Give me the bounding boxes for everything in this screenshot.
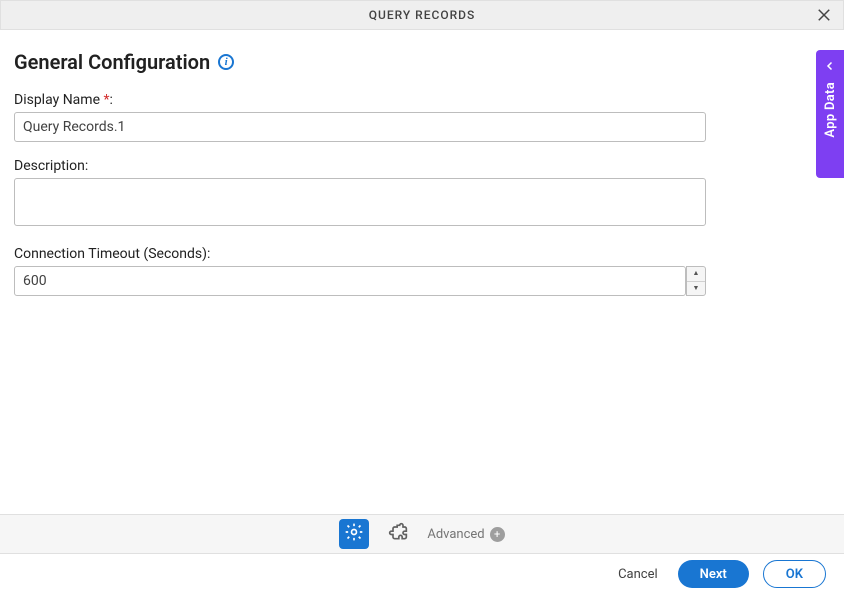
cancel-button[interactable]: Cancel xyxy=(612,560,664,588)
advanced-label: Advanced xyxy=(427,527,484,542)
ok-button[interactable]: OK xyxy=(763,560,826,588)
stepper-down-button[interactable]: ▼ xyxy=(687,282,705,296)
footer-actions: Cancel Next OK xyxy=(0,554,844,594)
tab-bar: Advanced + xyxy=(0,514,844,554)
timeout-field: Connection Timeout (Seconds): ▲ ▼ xyxy=(14,246,830,296)
tab-general[interactable] xyxy=(339,519,369,549)
content-area: General Configuration i Display Name *: … xyxy=(0,30,844,514)
next-button[interactable]: Next xyxy=(678,560,749,588)
description-input[interactable] xyxy=(14,178,706,226)
chevron-left-icon xyxy=(824,60,836,76)
display-name-label: Display Name *: xyxy=(14,92,830,108)
display-name-input[interactable] xyxy=(14,112,706,142)
description-field: Description: xyxy=(14,158,830,230)
stepper-up-button[interactable]: ▲ xyxy=(687,267,705,282)
app-data-panel-toggle[interactable]: App Data xyxy=(816,50,844,178)
description-label: Description: xyxy=(14,158,830,174)
label-colon: : xyxy=(110,92,113,108)
title-bar: QUERY RECORDS xyxy=(0,0,844,30)
puzzle-icon xyxy=(388,522,408,546)
plus-icon: + xyxy=(490,527,505,542)
stepper-buttons: ▲ ▼ xyxy=(686,266,706,296)
tab-extension[interactable] xyxy=(383,519,413,549)
display-name-field: Display Name *: xyxy=(14,92,830,142)
app-data-label: App Data xyxy=(823,82,838,138)
timeout-stepper: ▲ ▼ xyxy=(14,266,706,296)
close-icon[interactable] xyxy=(815,6,833,24)
section-header: General Configuration i xyxy=(14,50,830,74)
gear-icon xyxy=(344,522,364,546)
section-title: General Configuration xyxy=(14,50,210,74)
tab-advanced[interactable]: Advanced + xyxy=(427,527,504,542)
timeout-input[interactable] xyxy=(14,266,686,296)
timeout-label: Connection Timeout (Seconds): xyxy=(14,246,830,262)
display-name-label-text: Display Name xyxy=(14,92,100,108)
info-icon[interactable]: i xyxy=(218,54,234,70)
dialog-title: QUERY RECORDS xyxy=(11,8,833,22)
